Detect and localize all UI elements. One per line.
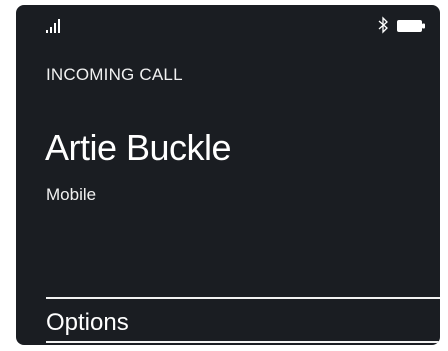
bluetooth-icon bbox=[378, 16, 388, 34]
battery-icon bbox=[397, 20, 425, 32]
call-state-label: INCOMING CALL bbox=[46, 65, 183, 84]
caller-number-type: Mobile bbox=[46, 185, 97, 204]
status-bar bbox=[16, 5, 440, 37]
phone-screen: INCOMING CALL Artie Buckle Mobile Option… bbox=[16, 5, 440, 345]
options-softkey[interactable]: Options bbox=[46, 297, 440, 343]
caller-name: Artie Buckle bbox=[45, 127, 232, 168]
options-label: Options bbox=[46, 309, 129, 336]
signal-bars-icon bbox=[46, 19, 60, 33]
